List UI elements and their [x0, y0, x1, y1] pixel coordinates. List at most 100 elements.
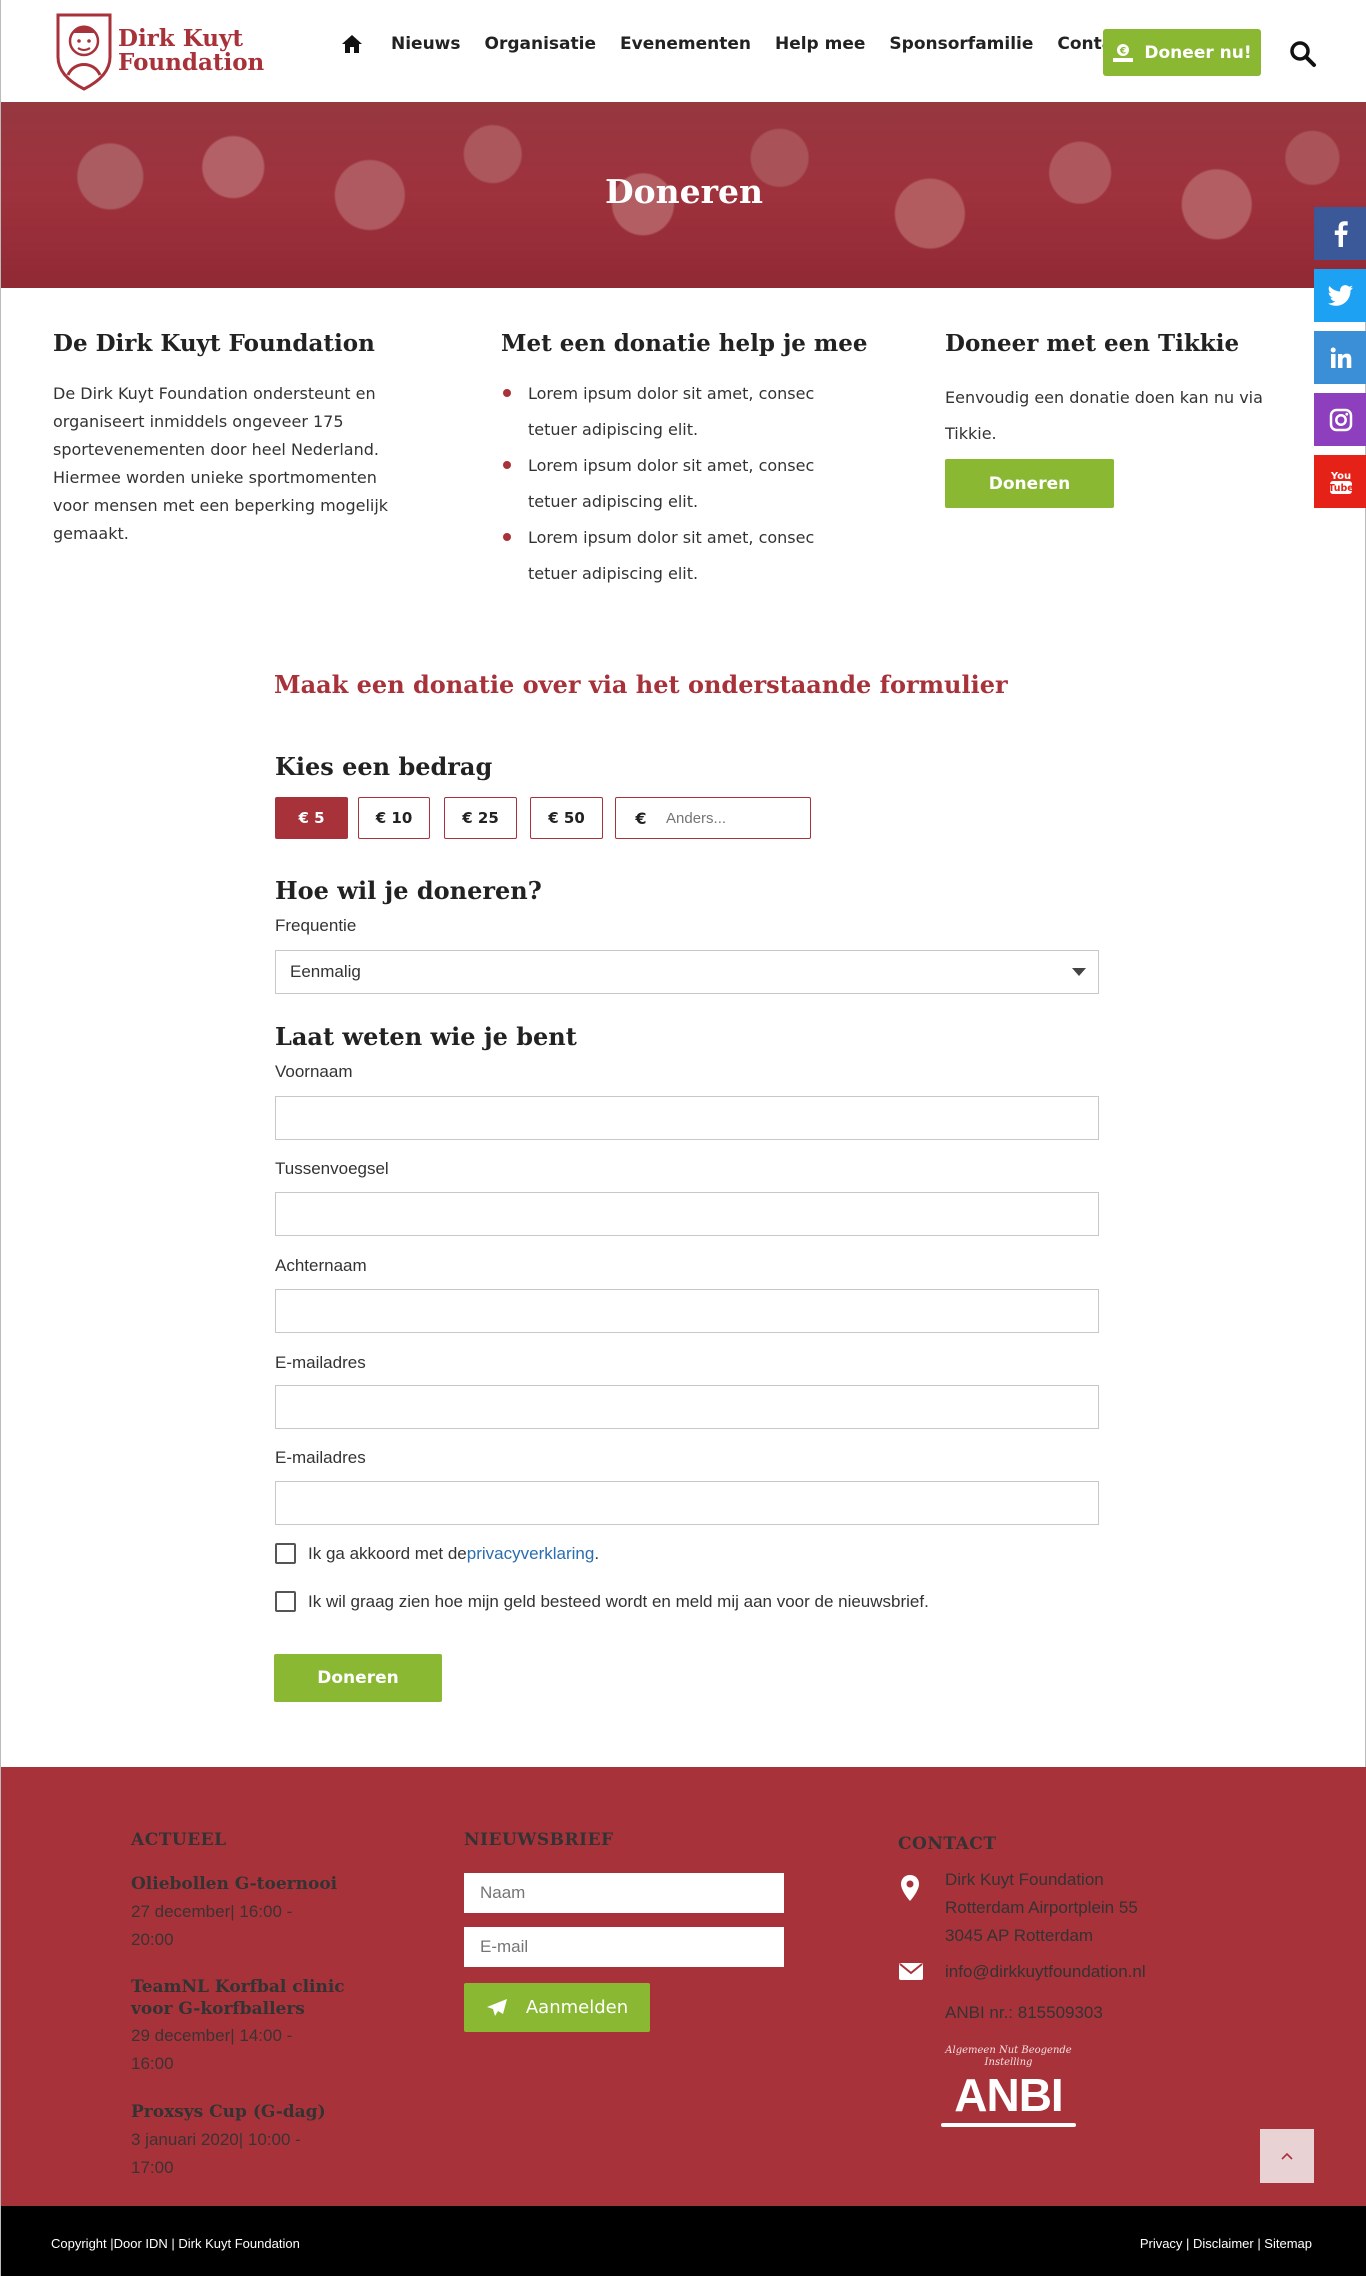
shield-logo-icon: [56, 13, 112, 91]
site-header: Dirk Kuyt Foundation Nieuws Organisatie …: [1, 0, 1366, 102]
list-item: Lorem ipsum dolor sit amet, consec tetue…: [501, 448, 861, 520]
list-item: Lorem ipsum dolor sit amet, consec tetue…: [501, 520, 861, 592]
svg-text:Tube: Tube: [1328, 483, 1353, 494]
col1-title: De Dirk Kuyt Foundation: [53, 330, 375, 357]
aanmelden-label: Aanmelden: [525, 1997, 629, 2018]
copyright-text: Copyright |Door IDN | Dirk Kuyt Foundati…: [51, 2236, 300, 2251]
address-line: Dirk Kuyt Foundation: [945, 1870, 1104, 1889]
frequency-value: Eenmalig: [290, 962, 361, 981]
footer-links[interactable]: Privacy | Disclaimer | Sitemap: [1140, 2236, 1312, 2251]
privacy-link[interactable]: privacyverklaring: [467, 1544, 595, 1564]
nav-item-organisatie[interactable]: Organisatie: [485, 34, 596, 54]
newsletter-name-input[interactable]: [464, 1873, 784, 1913]
address-line: Rotterdam Airportplein 55: [945, 1898, 1138, 1917]
event-date: 3 januari 2020| 10:00 - 17:00: [131, 2130, 301, 2177]
amount-option-25[interactable]: € 25: [444, 797, 517, 839]
anbi-number: ANBI nr.: 815509303: [945, 2003, 1103, 2022]
home-icon[interactable]: [341, 34, 363, 54]
contact-heading: CONTACT: [898, 1834, 997, 1854]
hero-banner: Doneren: [1, 102, 1366, 288]
nav-item-sponsorfamilie[interactable]: Sponsorfamilie: [889, 34, 1033, 54]
event-date: 27 december| 16:00 - 20:00: [131, 1902, 293, 1949]
voornaam-input[interactable]: [275, 1096, 1099, 1140]
logo-line-2: Foundation: [118, 49, 265, 76]
donate-hand-icon: €: [1113, 43, 1134, 62]
anbi-wordmark: ANBI: [954, 2069, 1063, 2121]
event-title[interactable]: TeamNL Korfbal clinic voor G-korfballers: [131, 1976, 351, 2020]
doneer-nu-label: Doneer nu!: [1144, 42, 1252, 63]
voornaam-label: Voornaam: [275, 1062, 353, 1081]
anbi-underline: [941, 2123, 1076, 2127]
svg-text:You: You: [1329, 471, 1350, 482]
newsletter-email-input[interactable]: [464, 1927, 784, 1967]
submit-donation-button[interactable]: Doneren: [274, 1654, 442, 1702]
nav-item-help-mee[interactable]: Help mee: [775, 34, 865, 54]
page: Dirk Kuyt Foundation Nieuws Organisatie …: [0, 0, 1366, 2276]
nav-item-nieuws[interactable]: Nieuws: [391, 34, 461, 54]
event-title[interactable]: Oliebollen G-toernooi: [131, 1873, 351, 1895]
chevron-down-icon: [1072, 968, 1086, 976]
achternaam-label: Achternaam: [275, 1256, 367, 1275]
email-label: E-mailadres: [275, 1353, 366, 1372]
doneer-nu-button[interactable]: € Doneer nu!: [1103, 29, 1261, 76]
privacy-prefix: Ik ga akkoord met de: [308, 1543, 467, 1563]
contact-email[interactable]: info@dirkkuytfoundation.nl: [945, 1958, 1146, 1986]
who-heading: Laat weten wie je bent: [275, 1022, 577, 1051]
email-confirm-label: E-mailadres: [275, 1448, 366, 1467]
col3-title: Doneer met een Tikkie: [945, 330, 1240, 357]
actueel-heading: ACTUEEL: [131, 1830, 227, 1850]
achternaam-input[interactable]: [275, 1289, 1099, 1333]
newsletter-consent: Ik wil graag zien hoe mijn geld besteed …: [275, 1591, 929, 1612]
chevron-up-icon: [1281, 2152, 1293, 2160]
location-pin-icon: [901, 1875, 919, 1901]
col2-bullet-list: Lorem ipsum dolor sit amet, consec tetue…: [501, 376, 861, 592]
anbi-logo: Algemeen Nut Beogende Instelling ANBI: [941, 2045, 1076, 2127]
logo-text: Dirk Kuyt Foundation: [118, 27, 264, 75]
address-line: 3045 AP Rotterdam: [945, 1926, 1094, 1945]
privacy-checkbox[interactable]: [275, 1543, 296, 1564]
frequency-select[interactable]: Eenmalig: [275, 950, 1099, 994]
aanmelden-button[interactable]: Aanmelden: [464, 1983, 650, 2032]
nieuwsbrief-heading: NIEUWSBRIEF: [464, 1830, 614, 1850]
col1-text: De Dirk Kuyt Foundation ondersteunt en o…: [53, 384, 389, 543]
facebook-icon[interactable]: [1314, 207, 1366, 260]
bottom-bar: Copyright |Door IDN | Dirk Kuyt Foundati…: [1, 2206, 1366, 2276]
newsletter-check-label: Ik wil graag zien hoe mijn geld besteed …: [308, 1591, 929, 1611]
svg-text:€: €: [1119, 46, 1126, 56]
amount-heading: Kies een bedrag: [275, 752, 493, 781]
tussenvoegsel-label: Tussenvoegsel: [275, 1159, 389, 1178]
site-logo[interactable]: Dirk Kuyt Foundation: [54, 11, 264, 91]
contact-address: Dirk Kuyt Foundation Rotterdam Airportpl…: [945, 1866, 1138, 1950]
page-title: Doneren: [605, 172, 763, 211]
event-title[interactable]: Proxsys Cup (G-dag): [131, 2101, 351, 2123]
paper-plane-icon: [486, 1998, 507, 2016]
privacy-consent: Ik ga akkoord met de privacyverklaring .: [275, 1543, 599, 1564]
email-confirm-input[interactable]: [275, 1481, 1099, 1525]
amount-option-10[interactable]: € 10: [358, 797, 430, 839]
amount-option-50[interactable]: € 50: [530, 797, 603, 839]
amount-other-input[interactable]: [666, 809, 796, 827]
email-input[interactable]: [275, 1385, 1099, 1429]
linkedin-icon[interactable]: [1314, 331, 1366, 384]
tikkie-donate-button[interactable]: Doneren: [945, 459, 1114, 508]
newsletter-checkbox[interactable]: [275, 1591, 296, 1612]
col3-text: Eenvoudig een donatie doen kan nu via Ti…: [945, 388, 1263, 443]
form-title: Maak een donatie over via het onderstaan…: [274, 670, 1008, 699]
privacy-suffix: .: [594, 1543, 600, 1563]
social-sidebar: You Tube: [1314, 207, 1366, 517]
amount-option-5[interactable]: € 5: [275, 797, 348, 839]
logo-line-1: Dirk Kuyt: [118, 25, 243, 52]
event-date: 29 december| 14:00 - 16:00: [131, 2026, 293, 2073]
search-icon[interactable]: [1289, 40, 1317, 68]
envelope-icon: [899, 1963, 923, 1980]
twitter-icon[interactable]: [1314, 269, 1366, 322]
youtube-icon[interactable]: You Tube: [1314, 455, 1366, 508]
main-nav: Nieuws Organisatie Evenementen Help mee …: [341, 34, 1155, 54]
tussenvoegsel-input[interactable]: [275, 1192, 1099, 1236]
how-heading: Hoe wil je doneren?: [275, 876, 542, 905]
nav-item-evenementen[interactable]: Evenementen: [620, 34, 751, 54]
list-item: Lorem ipsum dolor sit amet, consec tetue…: [501, 376, 861, 448]
frequency-label: Frequentie: [275, 916, 357, 935]
instagram-icon[interactable]: [1314, 393, 1366, 446]
scroll-to-top-button[interactable]: [1260, 2129, 1314, 2183]
